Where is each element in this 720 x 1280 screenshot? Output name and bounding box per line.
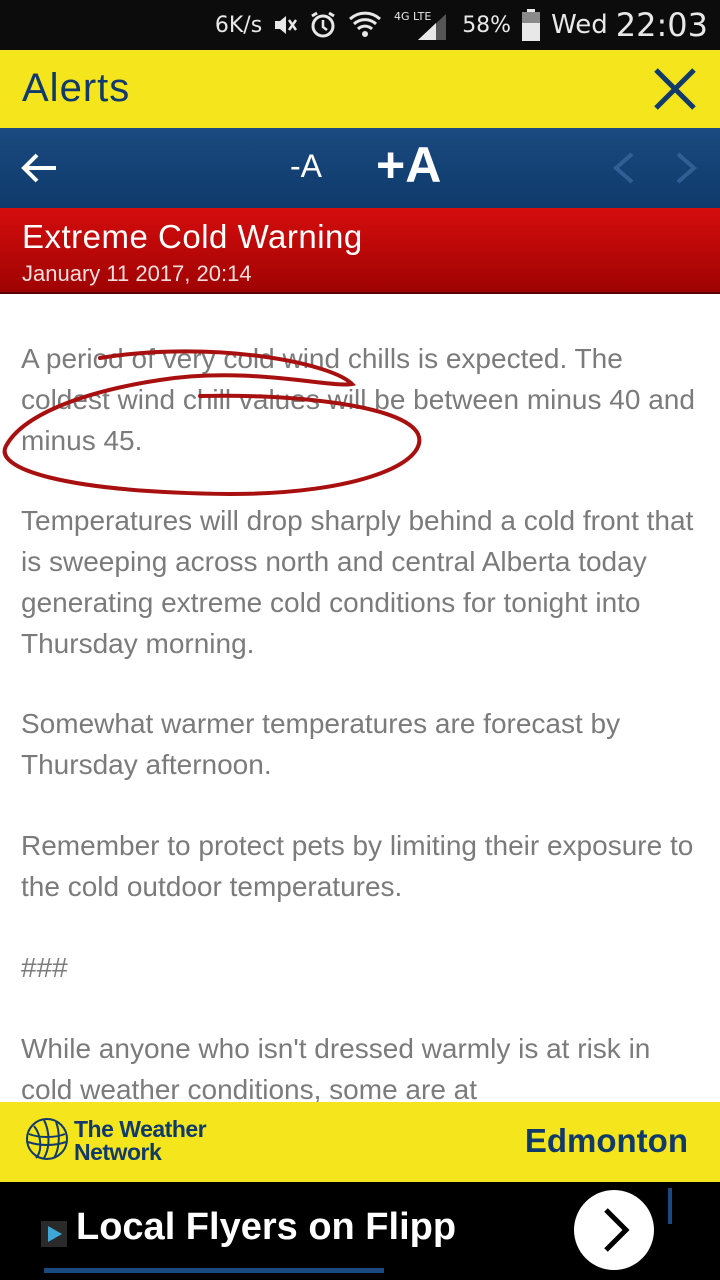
ad-progress-bar	[44, 1268, 384, 1273]
alert-date: January 11 2017, 20:14	[22, 261, 252, 286]
page-title: Alerts	[22, 66, 131, 110]
ad-open-button[interactable]	[574, 1190, 654, 1270]
clock-time: 22:03	[615, 6, 708, 44]
alert-paragraph: Somewhat warmer temperatures are forecas…	[21, 708, 621, 780]
status-bar: 6K/s 4G LTE 58% Wed 22:03	[0, 0, 720, 50]
alert-paragraph: A period of very cold wind chills is exp…	[21, 343, 695, 456]
ad-text: Local Flyers on Flipp	[76, 1206, 457, 1248]
ad-choices-icon[interactable]	[40, 1220, 68, 1248]
wifi-icon	[348, 8, 382, 42]
alert-paragraph: Temperatures will drop sharply behind a …	[21, 505, 694, 659]
decrease-font-button[interactable]: -A	[290, 148, 322, 185]
next-alert-button[interactable]	[672, 150, 700, 186]
title-bar: Alerts	[0, 50, 720, 128]
chevron-left-icon	[612, 152, 634, 184]
alarm-icon	[308, 10, 338, 40]
alert-header: Extreme Cold Warning January 11 2017, 20…	[0, 208, 720, 294]
alert-title: Extreme Cold Warning	[22, 218, 363, 255]
arrow-left-icon	[21, 153, 56, 183]
mute-icon	[272, 12, 298, 38]
chevron-right-icon	[604, 1208, 630, 1252]
weather-network-logo	[24, 1116, 70, 1162]
footer: The Weather Network Edmonton	[0, 1102, 720, 1182]
increase-font-button[interactable]: +A	[376, 136, 441, 194]
alert-paragraph: While anyone who isn't dressed warmly is…	[21, 1033, 651, 1102]
net-speed: 6K/s	[214, 12, 263, 38]
alert-body[interactable]: A period of very cold wind chills is exp…	[0, 296, 720, 1102]
ad-area: Local Flyers on Flipp	[0, 1182, 720, 1280]
network-type: 4G LTE	[394, 10, 431, 23]
alert-paragraph: Remember to protect pets by limiting the…	[21, 830, 694, 902]
brand-name: The Weather Network	[74, 1116, 207, 1165]
signal-icon: 4G LTE	[392, 8, 452, 42]
ad-banner[interactable]: Local Flyers on Flipp	[40, 1182, 680, 1280]
battery-icon	[521, 8, 541, 42]
alert-paragraph: ###	[21, 952, 68, 983]
chevron-right-icon	[676, 152, 698, 184]
ad-scroll-indicator	[668, 1188, 672, 1224]
clock-day: Wed	[551, 10, 608, 40]
close-button[interactable]	[652, 66, 698, 112]
location-name[interactable]: Edmonton	[525, 1122, 688, 1160]
previous-alert-button[interactable]	[610, 150, 638, 186]
toolbar: -A +A	[0, 128, 720, 208]
close-icon	[654, 68, 696, 110]
back-button[interactable]	[20, 150, 60, 186]
battery-percent: 58%	[462, 12, 512, 38]
